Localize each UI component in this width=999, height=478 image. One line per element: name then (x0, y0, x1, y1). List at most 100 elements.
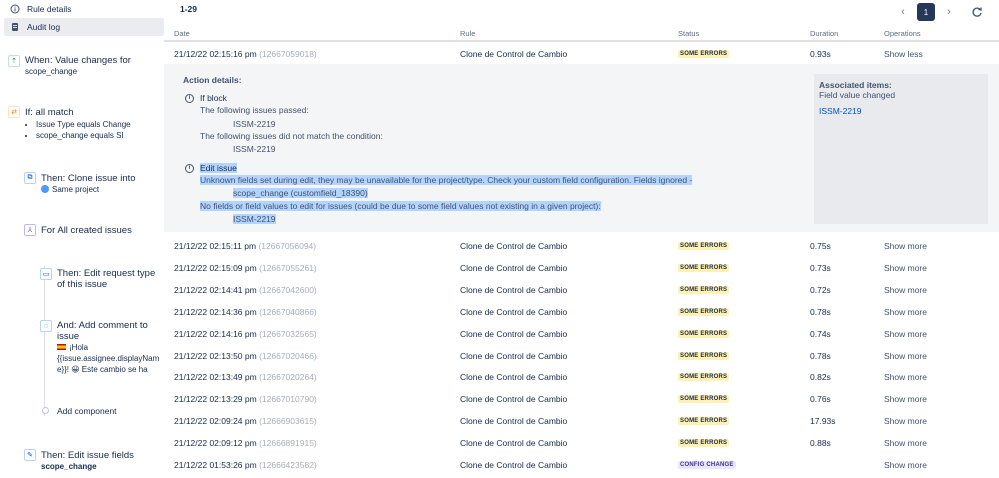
show-more-link[interactable]: Show more (884, 372, 927, 382)
table-row[interactable]: 21/12/22 02:13:29 pm (12667010790) Clone … (164, 388, 999, 410)
row-duration: 0.88s (810, 438, 831, 448)
row-duration: 0.72s (810, 285, 831, 295)
rule-sidebar: Rule details Audit log ⇡ When: Value cha… (0, 0, 164, 478)
row-rule: Clone de Control de Cambio (460, 307, 568, 317)
info-icon (10, 4, 20, 14)
if-block-title: If block (200, 93, 227, 103)
show-more-link[interactable]: Show more (884, 263, 927, 273)
edit-issue-fields-component[interactable]: ✎ Then: Edit issue fields scope_change (8, 448, 164, 474)
row-date: 21/12/22 02:09:24 pm (12666903615) (174, 416, 317, 426)
table-row[interactable]: 21/12/22 02:15:11 pm (12667056094) Clone … (164, 235, 999, 257)
show-more-link[interactable]: Show more (884, 351, 927, 361)
edit-request-type-component[interactable]: ▭ Then: Edit request type of this issue (8, 266, 164, 292)
table-row[interactable]: 21/12/22 01:53:26 pm (12666423582) Clone … (164, 454, 999, 476)
status-badge: SOME ERRORS (678, 417, 730, 425)
table-row[interactable]: 21/12/22 02:13:49 pm (12667020264) Clone … (164, 366, 999, 388)
show-more-link[interactable]: Show more (884, 416, 927, 426)
nav-rule-details[interactable]: Rule details (4, 0, 164, 18)
comment-title-1: And: Add comment to (57, 320, 148, 331)
edit-issue-line-3: No fields or field values to edit for is… (200, 201, 601, 211)
table-row[interactable]: 21/12/22 02:14:41 pm (12667042600) Clone … (164, 279, 999, 301)
info-icon: i (185, 164, 194, 173)
row-rule: Clone de Control de Cambio (460, 49, 568, 59)
status-badge: SOME ERRORS (678, 395, 730, 403)
show-more-link[interactable]: Show more (884, 460, 927, 470)
nav-audit-log[interactable]: Audit log (4, 18, 164, 36)
edit-fields-field: scope_change (41, 462, 97, 471)
row-rule: Clone de Control de Cambio (460, 394, 568, 404)
edit-fields-title: Then: Edit issue fields (41, 450, 134, 461)
passed-label: The following issues passed: (200, 105, 309, 115)
associated-title: Associated items: (819, 80, 892, 90)
table-row[interactable]: 21/12/22 02:15:09 pm (12667055261) Clone … (164, 257, 999, 279)
row-duration: 0.78s (810, 351, 831, 361)
refresh-icon[interactable] (971, 6, 983, 18)
edit-issue-line-1: Unknown fields set during edit, they may… (200, 175, 693, 185)
row-duration: 0.76s (810, 394, 831, 404)
table-row[interactable]: 21/12/22 02:15:16 pm (12667059018) Clone… (164, 43, 999, 65)
row-duration: 0.73s (810, 263, 831, 273)
branch-title: For All created issues (41, 225, 132, 236)
status-badge: SOME ERRORS (678, 308, 730, 316)
show-more-link[interactable]: Show more (884, 307, 927, 317)
row-rule: Clone de Control de Cambio (460, 329, 568, 339)
notmatch-issue: ISSM-2219 (233, 144, 276, 154)
trigger-title: When: Value changes for (25, 55, 131, 66)
show-more-link[interactable]: Show more (884, 329, 927, 339)
status-badge: CONFIG CHANGE (678, 461, 736, 469)
status-badge: SOME ERRORS (678, 50, 730, 58)
table-row[interactable]: 21/12/22 02:13:50 pm (12667020466) Clone … (164, 345, 999, 367)
table-row[interactable]: 21/12/22 02:09:12 pm (12666891915) Clone … (164, 432, 999, 454)
show-more-link[interactable]: Show more (884, 438, 927, 448)
copy-icon: ⧉ (24, 172, 36, 184)
action-details-panel: Action details: i If block The following… (164, 64, 999, 232)
chevron-left-icon[interactable]: ‹ (895, 4, 911, 20)
row-rule: Clone de Control de Cambio (460, 241, 568, 251)
show-more-link[interactable]: Show more (884, 285, 927, 295)
table-header: Date Rule Status Duration Operations (164, 26, 999, 42)
notmatch-label: The following issues did not match the c… (200, 131, 383, 141)
trigger-component[interactable]: ⇡ When: Value changes for scope_change (8, 52, 164, 80)
comment-icon: ◌ (40, 320, 52, 332)
comment-line-1: ¡Hola (57, 343, 88, 353)
edit-issue-line-2: scope_change (customfield_18390) (233, 188, 368, 198)
associated-items: Associated items: Field value changed IS… (814, 74, 988, 224)
row-date: 21/12/22 02:15:16 pm (12667059018) (174, 49, 317, 59)
table-row[interactable]: 21/12/22 02:14:36 pm (12667040866) Clone … (164, 301, 999, 323)
edit-request-icon: ▭ (40, 268, 52, 280)
col-rule: Rule (460, 29, 476, 38)
row-rule: Clone de Control de Cambio (460, 263, 568, 273)
col-status: Status (678, 29, 700, 38)
condition-item: scope_change equals SI (36, 130, 131, 141)
page-button[interactable]: 1 (917, 3, 935, 21)
status-badge: SOME ERRORS (678, 242, 730, 250)
trigger-icon: ⇡ (8, 55, 20, 67)
table-row[interactable]: 21/12/22 02:14:16 pm (12667032565) Clone … (164, 323, 999, 345)
status-badge: SOME ERRORS (678, 330, 730, 338)
row-rule: Clone de Control de Cambio (460, 416, 568, 426)
condition-icon: ⇄ (8, 106, 20, 118)
table-row[interactable]: 21/12/22 02:09:24 pm (12666903615) Clone … (164, 410, 999, 432)
associated-sub: Field value changed (819, 90, 896, 100)
clone-action-component[interactable]: ⧉ Then: Clone issue into Same project (8, 170, 164, 198)
globe-icon (41, 185, 49, 193)
row-date: 21/12/22 02:14:41 pm (12667042600) (174, 285, 317, 295)
condition-component[interactable]: ⇄ If: all match Issue Type equals Change… (8, 104, 164, 144)
comment-line-2: {{issue.assignee.displayNam (57, 354, 160, 363)
pagination: ‹ 1 › (895, 3, 957, 21)
nav-rule-details-label: Rule details (27, 4, 72, 14)
branch-component[interactable]: ⅄ For All created issues (8, 223, 164, 239)
show-less-link[interactable]: Show less (884, 49, 923, 59)
associated-issue-link[interactable]: ISSM-2219 (819, 106, 862, 116)
row-rule: Clone de Control de Cambio (460, 285, 568, 295)
col-date: Date (174, 29, 190, 38)
edit-issue-line-4: ISSM-2219 (233, 214, 276, 224)
add-comment-component[interactable]: ◌ And: Add comment to issue ¡Hola {{issu… (8, 318, 164, 378)
chevron-right-icon[interactable]: › (941, 4, 957, 20)
clone-title: Then: Clone issue into (41, 173, 136, 184)
add-component-button[interactable]: Add component (8, 405, 164, 419)
edit-request-title-2: of this issue (57, 279, 108, 290)
pencil-icon: ✎ (24, 449, 36, 461)
show-more-link[interactable]: Show more (884, 394, 927, 404)
show-more-link[interactable]: Show more (884, 241, 927, 251)
